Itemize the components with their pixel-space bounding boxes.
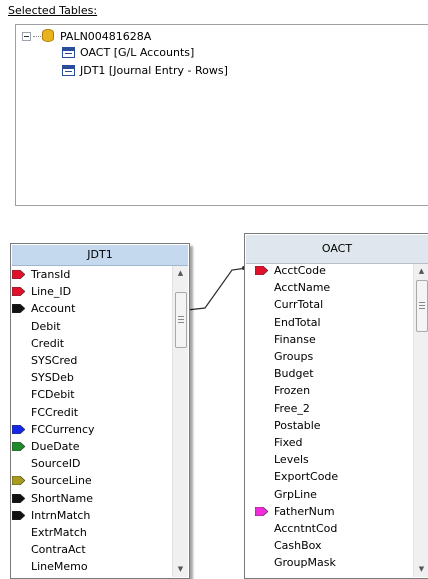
key-marker-icon bbox=[12, 270, 25, 279]
arrow-down-icon[interactable]: ▼ bbox=[173, 562, 188, 577]
oact-field-name: Frozen bbox=[274, 384, 311, 398]
oact-field-name: AccntntCod bbox=[274, 522, 338, 535]
jdt1-field-name: Credit bbox=[31, 336, 65, 350]
oact-field-name: CurrTotal bbox=[274, 298, 324, 312]
oact-field-name: GroupMask bbox=[274, 556, 336, 570]
oact-header[interactable]: OACT bbox=[246, 235, 428, 264]
key-marker-icon bbox=[12, 493, 25, 503]
oact-table-panel[interactable]: OACT AcctCode AcctName CurrTotal EndTotal Fi… bbox=[244, 233, 428, 579]
oact-field-name: EndTotal bbox=[274, 315, 321, 329]
jdt1-field-name: Line_ID bbox=[31, 285, 72, 299]
oact-field-name: FatherNum bbox=[274, 504, 335, 518]
oact-scrollbar[interactable]: ▲ ▼ bbox=[413, 264, 428, 577]
arrow-up-icon[interactable]: ▲ bbox=[414, 264, 428, 279]
oact-field-name: Levels bbox=[274, 453, 309, 467]
jdt1-header[interactable]: JDT1 bbox=[12, 245, 188, 266]
jdt1-field-name: DueDate bbox=[31, 440, 80, 453]
jdt1-field-name: LineMemo bbox=[31, 560, 88, 574]
key-marker-icon bbox=[255, 506, 268, 516]
jdt1-title: JDT1 bbox=[87, 248, 113, 261]
key-marker-icon bbox=[255, 266, 268, 275]
jdt1-field-name: SYSCred bbox=[31, 354, 78, 367]
jdt1-field-name: Account bbox=[31, 302, 76, 316]
jdt1-field-name: ContraAct bbox=[31, 543, 86, 557]
oact-field-name: Fixed bbox=[274, 436, 303, 449]
oact-field-name: GrpLine bbox=[274, 487, 317, 501]
jdt1-field-name: Debit bbox=[31, 319, 61, 333]
key-marker-icon bbox=[12, 476, 25, 486]
jdt1-field-name: FCCredit bbox=[31, 405, 79, 419]
oact-field-name: AcctName bbox=[274, 281, 331, 295]
oact-field-name: CashBox bbox=[274, 539, 322, 553]
jdt1-field-name: IntrnMatch bbox=[31, 508, 91, 522]
jdt1-field-name: FCCurrency bbox=[31, 422, 95, 436]
jdt1-field-name: SYSDeb bbox=[31, 371, 74, 385]
oact-scrollbar-thumb[interactable] bbox=[416, 280, 428, 332]
oact-field-name: Postable bbox=[274, 418, 321, 432]
key-marker-icon bbox=[12, 304, 25, 314]
key-marker-icon bbox=[12, 424, 25, 434]
jdt1-table-panel[interactable]: JDT1 TransId Line_ID Account Debit Credit SYS… bbox=[10, 243, 190, 579]
jdt1-scrollbar[interactable]: ▲ ▼ bbox=[172, 266, 188, 577]
arrow-up-icon[interactable]: ▲ bbox=[173, 266, 188, 281]
oact-field-name: Groups bbox=[274, 350, 314, 363]
oact-field-name: AcctCode bbox=[274, 264, 326, 277]
oact-field-name: ExportCode bbox=[274, 470, 339, 484]
oact-title: OACT bbox=[321, 242, 353, 255]
jdt1-field-name: TransId bbox=[31, 268, 71, 281]
key-marker-icon bbox=[12, 510, 25, 520]
oact-field-name: Finanse bbox=[274, 332, 316, 346]
arrow-down-icon[interactable]: ▼ bbox=[414, 562, 428, 577]
key-marker-icon bbox=[12, 442, 25, 451]
jdt1-field-name: SourceID bbox=[31, 457, 81, 471]
jdt1-field-name: ShortName bbox=[31, 491, 93, 505]
jdt1-scrollbar-thumb[interactable] bbox=[175, 292, 187, 348]
oact-field-name: Budget bbox=[274, 367, 314, 381]
jdt1-field-name: SourceLine bbox=[31, 474, 92, 488]
jdt1-field-name: ExtrMatch bbox=[31, 526, 87, 539]
join-line bbox=[186, 267, 248, 311]
oact-field-name: Free_2 bbox=[274, 401, 310, 415]
key-marker-icon bbox=[12, 287, 25, 297]
jdt1-field-name: FCDebit bbox=[31, 388, 75, 402]
